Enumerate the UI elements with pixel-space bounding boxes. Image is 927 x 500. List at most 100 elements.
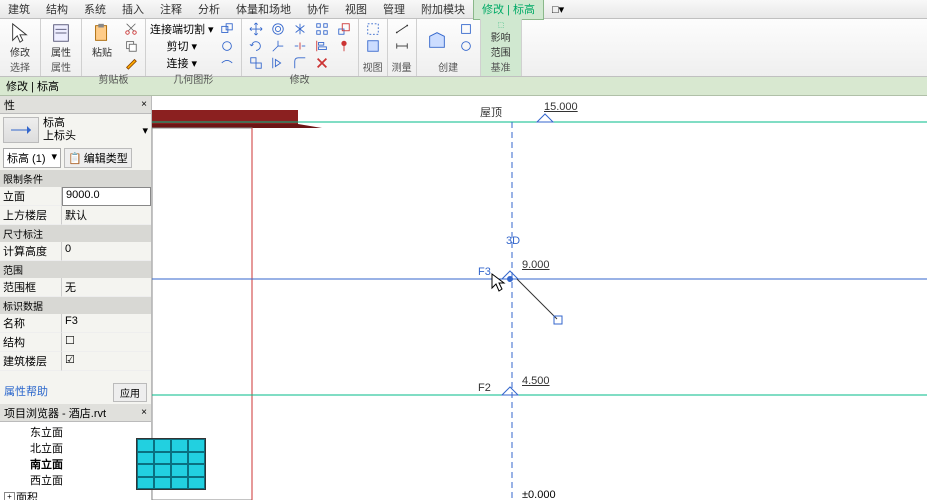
measure-icon[interactable] — [392, 21, 412, 37]
prop-cat-1: 尺寸标注 — [0, 225, 151, 242]
scale-icon[interactable] — [334, 21, 354, 37]
svg-text:±0.000: ±0.000 — [522, 489, 556, 500]
group-measure-label: 测量 — [392, 59, 412, 74]
cut-geo-button[interactable]: 剪切 ▾ — [150, 38, 214, 54]
browser-header: 项目浏览器 - 酒店.rvt × — [0, 404, 151, 422]
prop-k-name: 名称 — [0, 314, 62, 333]
type-selector[interactable]: 标高上标头 — [43, 117, 138, 143]
create-button[interactable] — [421, 21, 453, 59]
create-icon-1[interactable] — [456, 21, 476, 37]
level-f3-value[interactable]: 9.000 — [522, 259, 550, 271]
prop-help-link[interactable]: 属性帮助 — [4, 383, 48, 402]
mirror2-icon[interactable] — [268, 55, 288, 71]
move-icon[interactable] — [246, 21, 266, 37]
group-modify-label: 修改 — [246, 71, 354, 86]
type-dropdown-icon[interactable]: ▾ — [142, 124, 148, 137]
prop-v-floor-checkbox[interactable]: ☑ — [62, 352, 151, 371]
level-f2-value[interactable]: 4.500 — [522, 375, 550, 387]
level-roof-value[interactable]: 15.000 — [544, 101, 578, 113]
prop-v-name[interactable]: F3 — [62, 314, 151, 333]
prop-v-struct-checkbox[interactable]: ☐ — [62, 333, 151, 352]
array-icon[interactable] — [312, 21, 332, 37]
elevation-input[interactable]: 9000.0 — [62, 187, 151, 206]
create-icon-2[interactable] — [456, 38, 476, 54]
level-roof-label[interactable]: 屋顶 — [480, 104, 502, 120]
tab-3[interactable]: 插入 — [114, 0, 152, 19]
tab-1[interactable]: 结构 — [38, 0, 76, 19]
tree-east[interactable]: 东立面 — [2, 424, 149, 440]
trim-icon[interactable] — [268, 38, 288, 54]
tree-north[interactable]: 北立面 — [2, 440, 149, 456]
preview-thumbnail — [136, 438, 206, 490]
cut-icon[interactable] — [121, 21, 141, 37]
tree-area[interactable]: 面积 — [2, 488, 149, 500]
copy-icon[interactable] — [121, 38, 141, 54]
tree-west[interactable]: 西立面 — [2, 472, 149, 488]
prop-k-height: 计算高度 — [0, 242, 62, 261]
view-icon-2[interactable] — [363, 38, 383, 54]
join-button[interactable]: 连接 ▾ — [150, 55, 214, 71]
ribbon: 修改 选择 属性 属性 粘贴 剪贴板 连接端切割 ▾ 剪切 ▾ 连接 ▾ — [0, 19, 927, 77]
properties-button[interactable]: 属性 — [45, 21, 77, 59]
prop-cat-0: 限制条件 — [0, 170, 151, 187]
paste-button[interactable]: 粘贴 — [86, 21, 118, 59]
prop-k-elev: 立面 — [0, 187, 62, 206]
main-tabs: 建筑 结构 系统 插入 注释 分析 体量和场地 协作 视图 管理 附加模块 修改… — [0, 0, 927, 19]
tab-2[interactable]: 系统 — [76, 0, 114, 19]
tree-south-active[interactable]: 南立面 — [2, 456, 149, 472]
browser-title: 项目浏览器 - 酒店.rvt — [4, 405, 106, 421]
select-arrow-button[interactable]: 修改 — [4, 21, 36, 59]
props-title: 性 — [4, 97, 15, 113]
group-view-label: 视图 — [363, 59, 383, 74]
prop-k-struct: 结构 — [0, 333, 62, 352]
apply-button[interactable]: 应用 — [113, 383, 147, 402]
extent-button[interactable]: 影响 范围 — [485, 21, 517, 59]
cope-button[interactable]: 连接端切割 ▾ — [150, 21, 214, 37]
align-icon[interactable] — [312, 38, 332, 54]
props-panel-header: 性 × — [0, 96, 151, 114]
group-datum-label: 基准 — [485, 59, 517, 74]
tab-8[interactable]: 视图 — [337, 0, 375, 19]
geo-icon-1[interactable] — [217, 21, 237, 37]
prop-v-height[interactable]: 0 — [62, 242, 151, 261]
instance-filter[interactable]: 标高 (1)▾ — [3, 148, 61, 168]
delete-icon[interactable] — [312, 55, 332, 71]
dimension-icon[interactable] — [392, 38, 412, 54]
level-f3-label[interactable]: F3 — [478, 266, 491, 278]
group-geom-label: 几何图形 — [150, 71, 237, 86]
browser-close-icon[interactable]: × — [141, 407, 147, 418]
view-icon-1[interactable] — [363, 21, 383, 37]
corner-icon[interactable] — [290, 55, 310, 71]
geo-icon-2[interactable] — [217, 38, 237, 54]
split-icon[interactable] — [290, 38, 310, 54]
offset-icon[interactable] — [268, 21, 288, 37]
copy-multi-icon[interactable] — [246, 55, 266, 71]
edit-type-button[interactable]: 📋编辑类型 — [64, 148, 132, 168]
brush-icon[interactable] — [121, 55, 141, 71]
context-bar-text: 修改 | 标高 — [6, 78, 59, 94]
tab-7[interactable]: 协作 — [299, 0, 337, 19]
prop-cat-2: 范围 — [0, 261, 151, 278]
mirror-icon[interactable] — [290, 21, 310, 37]
props-close-icon[interactable]: × — [141, 99, 147, 110]
prop-v-scope[interactable]: 无 — [62, 278, 151, 297]
tab-9[interactable]: 管理 — [375, 0, 413, 19]
group-clip-label: 剪贴板 — [86, 71, 141, 86]
drawing-canvas[interactable]: 3D ±0.000 屋顶 15.000 F3 9.000 F2 4.500 — [152, 96, 927, 500]
geo-icon-3[interactable] — [217, 55, 237, 71]
prop-cat-3: 标识数据 — [0, 297, 151, 314]
prop-v-above[interactable]: 默认 — [62, 206, 151, 225]
tab-11-active[interactable]: 修改 | 标高 — [473, 0, 544, 20]
rotate-icon[interactable] — [246, 38, 266, 54]
tab-tooltip-icon[interactable]: □▾ — [544, 3, 564, 16]
group-create-label: 创建 — [421, 59, 476, 74]
tab-0[interactable]: 建筑 — [0, 0, 38, 19]
tab-5[interactable]: 分析 — [190, 0, 228, 19]
tab-4[interactable]: 注释 — [152, 0, 190, 19]
pin-icon[interactable] — [334, 38, 354, 54]
tab-10[interactable]: 附加模块 — [413, 0, 473, 19]
level-type-icon — [3, 117, 39, 143]
prop-k-scope: 范围框 — [0, 278, 62, 297]
tab-6[interactable]: 体量和场地 — [228, 0, 299, 19]
level-f2-label[interactable]: F2 — [478, 382, 491, 394]
